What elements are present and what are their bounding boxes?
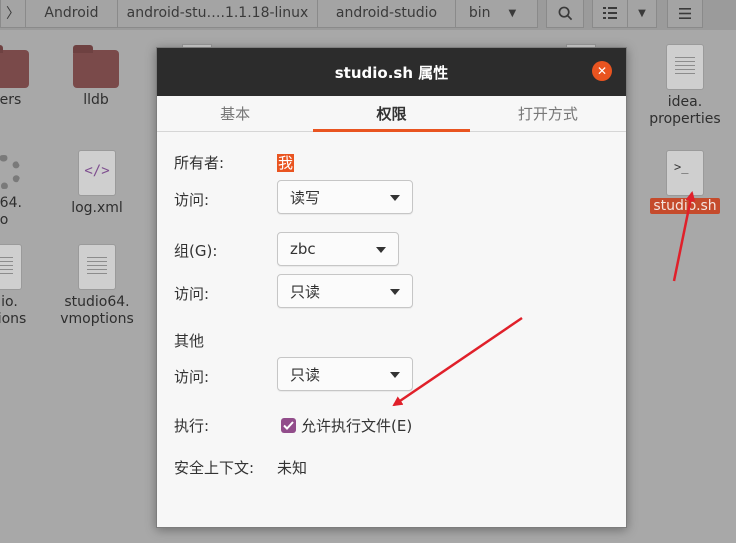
annotation-arrow-to-studio-sh (672, 191, 696, 282)
annotation-arrow-to-execute-checkbox (392, 316, 523, 407)
annotation-arrows (392, 191, 696, 407)
